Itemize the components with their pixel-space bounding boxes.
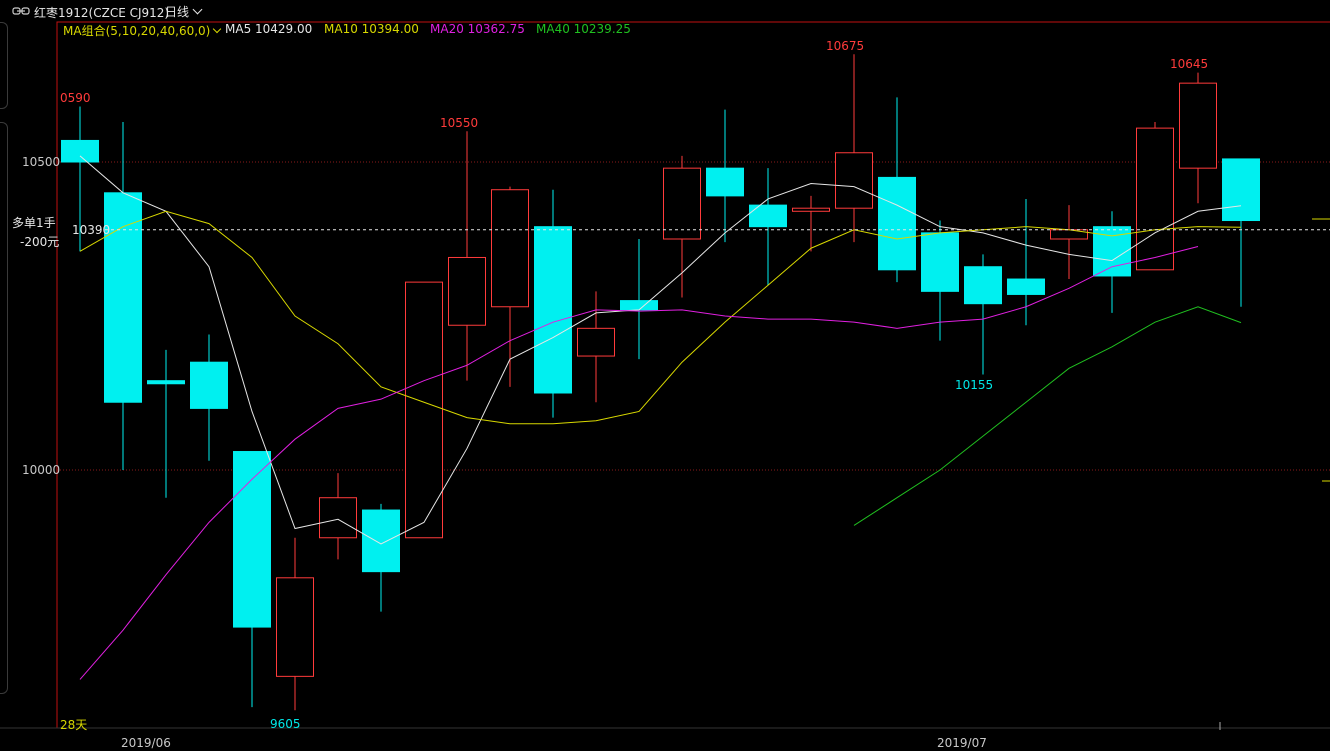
candle-body-up	[835, 152, 873, 209]
candle[interactable]	[835, 54, 873, 243]
candle-body-down	[964, 266, 1002, 305]
y-tick-label: 10000	[22, 463, 61, 477]
candle[interactable]	[276, 537, 314, 711]
ma10-line	[79, 210, 1242, 425]
position-label: 多单1手	[12, 216, 56, 230]
day-count-label: 28天	[60, 718, 88, 732]
candle[interactable]	[964, 254, 1002, 375]
low-annotation: 10155	[955, 378, 994, 392]
high-annotation: 10675	[826, 39, 865, 53]
candle-body-up	[1136, 127, 1174, 271]
candle[interactable]	[448, 131, 486, 381]
ma40-line	[853, 306, 1242, 526]
x-tick-label: 2019/06	[121, 736, 171, 750]
candle[interactable]	[1136, 121, 1174, 271]
candle[interactable]	[233, 451, 271, 708]
candle-body-down	[921, 232, 959, 292]
high-annotation: 10645	[1170, 57, 1209, 71]
candle-body-up	[792, 207, 830, 212]
candle-body-down	[1007, 278, 1045, 295]
candle-body-down	[706, 167, 744, 197]
candle-body-down	[620, 300, 658, 311]
candle-body-up	[319, 497, 357, 539]
candle-body-down	[147, 380, 185, 385]
position-price: 10390	[72, 223, 111, 237]
high-annotation: 10550	[440, 116, 479, 130]
candle-body-down	[362, 509, 400, 573]
candle[interactable]	[878, 97, 916, 283]
y-tick-label: 10500	[22, 155, 61, 169]
candle-body-down	[1222, 158, 1260, 222]
candle-body-up	[577, 327, 615, 357]
candle[interactable]	[663, 155, 701, 298]
x-tick-label: 2019/07	[937, 736, 987, 750]
candle-body-down	[878, 176, 916, 271]
candle-body-up	[1179, 82, 1217, 169]
candle-body-up	[491, 189, 529, 308]
candle[interactable]	[1179, 72, 1217, 204]
candle[interactable]	[1050, 205, 1088, 280]
candle[interactable]	[749, 168, 787, 286]
candlestick-chart[interactable]	[0, 0, 1330, 751]
candle[interactable]	[319, 473, 357, 560]
candle-body-down	[190, 361, 228, 409]
candle-body-down	[534, 226, 572, 394]
candle[interactable]	[534, 189, 572, 418]
candle[interactable]	[190, 334, 228, 461]
candle-body-up	[663, 167, 701, 240]
candle-body-down	[233, 451, 271, 628]
candle-body-down	[749, 204, 787, 228]
position-pnl: -200元	[20, 235, 60, 249]
candle-body-up	[448, 256, 486, 326]
candle[interactable]	[1222, 158, 1260, 307]
candle[interactable]	[147, 349, 185, 498]
candle-body-up	[276, 577, 314, 677]
candle[interactable]	[104, 121, 142, 470]
candle[interactable]	[1093, 211, 1131, 313]
candle[interactable]	[491, 186, 529, 387]
candle-body-down	[61, 139, 99, 163]
low-annotation: 9605	[270, 717, 301, 731]
candle[interactable]	[577, 291, 615, 403]
high-annotation: 0590	[60, 91, 91, 105]
candle[interactable]	[362, 503, 400, 612]
